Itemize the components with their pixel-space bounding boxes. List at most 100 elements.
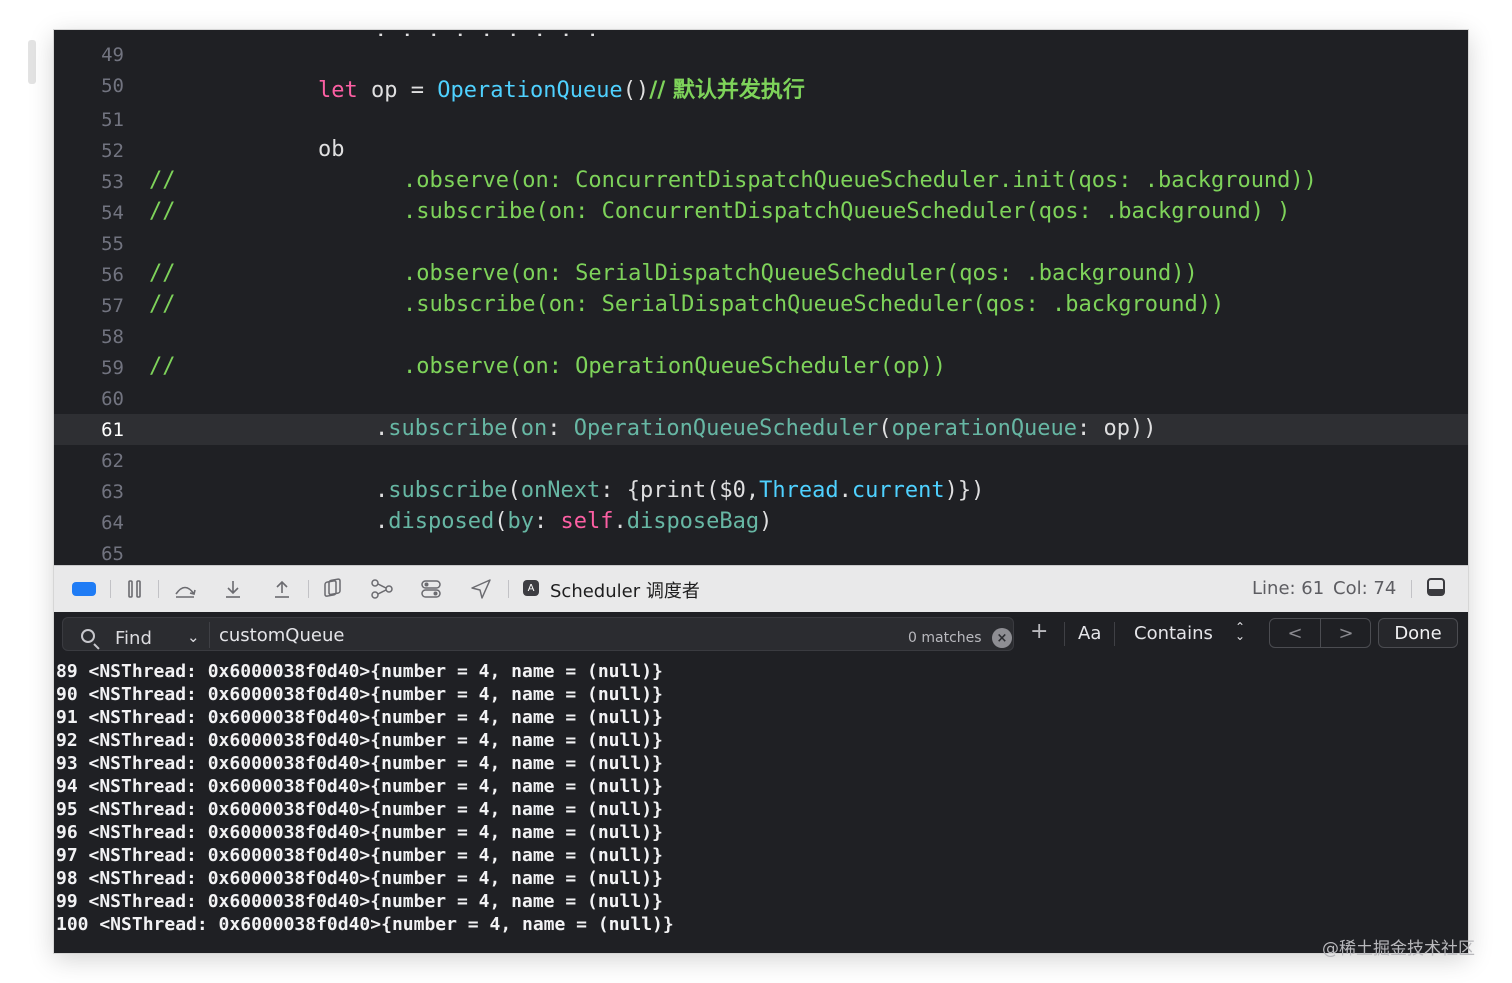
xcode-window: , , , , , , , , , 49 50 let op = Operati… <box>54 30 1468 953</box>
comment-marker: // <box>149 292 176 317</box>
line-number: 49 <box>101 44 124 66</box>
line-number: 57 <box>101 295 124 317</box>
line-number: 50 <box>101 75 124 97</box>
toolbar-divider <box>1411 580 1412 598</box>
code-line[interactable]: 59 // .observe(on: OperationQueueSchedul… <box>54 352 1468 383</box>
find-bar-divider <box>1064 622 1065 646</box>
console-line: 94 <NSThread: 0x6000038f0d40>{number = 4… <box>56 776 663 797</box>
partial-code-line: , , , , , , , , , <box>374 30 599 36</box>
line-number: 53 <box>101 171 124 193</box>
type-name: OperationQueue <box>437 78 623 103</box>
step-into-icon[interactable] <box>222 578 244 600</box>
code-line[interactable]: 49 <box>54 39 1468 70</box>
line-number: 56 <box>101 264 124 286</box>
match-navigation: < > <box>1269 618 1371 648</box>
search-input[interactable] <box>219 624 879 646</box>
memory-graph-icon[interactable] <box>369 578 395 600</box>
breakpoints-toggle-icon[interactable] <box>72 582 96 596</box>
property-name: current <box>851 478 945 503</box>
console-line: 98 <NSThread: 0x6000038f0d40>{number = 4… <box>56 868 663 889</box>
environment-overrides-icon[interactable] <box>419 578 443 600</box>
method-name: subscribe <box>388 478 508 503</box>
code-line[interactable]: 62 <box>54 445 1468 476</box>
step-out-icon[interactable] <box>271 578 293 600</box>
find-field-divider <box>209 622 210 648</box>
operator: = <box>397 78 438 103</box>
code-text: let op = OperationQueue()// 默认并发执行 <box>318 72 805 104</box>
add-pattern-button[interactable]: + <box>1030 619 1048 644</box>
code-line[interactable]: 50 let op = OperationQueue()// 默认并发执行 <box>54 70 1468 104</box>
code-editor[interactable]: , , , , , , , , , 49 50 let op = Operati… <box>54 30 1468 565</box>
line-number: 62 <box>101 450 124 472</box>
scheme-name[interactable]: Scheduler 调度者 <box>550 577 700 603</box>
updown-chevron-icon[interactable]: ⌃ ⌄ <box>1235 621 1245 642</box>
view-hierarchy-icon[interactable] <box>321 578 345 600</box>
console-output[interactable]: 89 <NSThread: 0x6000038f0d40>{number = 4… <box>54 656 1468 953</box>
code-line[interactable]: 65 <box>54 538 1468 565</box>
code-line[interactable]: 52 ob <box>54 135 1468 166</box>
watermark: @稀土掘金技术社区 <box>1322 939 1475 959</box>
find-field[interactable]: Find ⌄ 0 matches × <box>62 617 1014 651</box>
code-line[interactable]: 64 .disposed(by: self.disposeBag) <box>54 507 1468 538</box>
search-icon <box>81 629 95 643</box>
method-name: disposed <box>388 509 495 534</box>
code-line[interactable]: 51 <box>54 104 1468 135</box>
toggle-console-icon[interactable] <box>1427 578 1445 596</box>
method-name: subscribe <box>388 416 508 441</box>
chevron-down-icon[interactable]: ⌄ <box>187 628 200 646</box>
find-bar-divider <box>1114 622 1115 646</box>
line-number: 60 <box>101 388 124 410</box>
location-icon[interactable] <box>469 578 493 600</box>
closure-body: {print($0, <box>626 478 760 503</box>
comment-marker: // <box>149 354 176 379</box>
line-number: 65 <box>101 543 124 565</box>
step-over-icon[interactable] <box>172 578 198 600</box>
punctuation: () <box>622 78 650 103</box>
code-line[interactable]: 53 // .observe(on: ConcurrentDispatchQue… <box>54 166 1468 197</box>
column-indicator: Col: 74 <box>1333 578 1397 599</box>
console-line: 100 <NSThread: 0x6000038f0d40>{number = … <box>56 914 674 935</box>
match-mode-select[interactable]: Contains <box>1134 623 1213 644</box>
type-name: OperationQueueScheduler <box>573 416 879 441</box>
background-window-edge <box>28 40 36 84</box>
comment-marker: // <box>149 168 176 193</box>
current-code-line[interactable]: 61 .subscribe(on: OperationQueueSchedule… <box>54 414 1468 445</box>
line-number: 59 <box>101 357 124 379</box>
find-bar: Find ⌄ 0 matches × + Aa Contains ⌃⌄ < > … <box>54 612 1468 656</box>
code-text: .subscribe(on: OperationQueueScheduler(o… <box>375 416 1157 441</box>
argument-label: operationQueue <box>891 416 1078 441</box>
code-line[interactable]: 56 // .observe(on: SerialDispatchQueueSc… <box>54 259 1468 290</box>
line-number: 64 <box>101 512 124 534</box>
argument-label: by <box>507 509 534 534</box>
console-line: 92 <NSThread: 0x6000038f0d40>{number = 4… <box>56 730 663 751</box>
code-line[interactable]: 63 .subscribe(onNext: {print($0,Thread.c… <box>54 476 1468 507</box>
commented-code: .observe(on: OperationQueueScheduler(op)… <box>403 354 947 379</box>
next-match-button[interactable]: > <box>1321 619 1371 647</box>
console-line: 99 <NSThread: 0x6000038f0d40>{number = 4… <box>56 891 663 912</box>
match-count: 0 matches <box>908 630 982 646</box>
comment-marker: // <box>149 261 176 286</box>
code-text: ob <box>318 137 345 162</box>
keyword: self <box>560 509 614 534</box>
match-case-button[interactable]: Aa <box>1078 623 1101 644</box>
code-line[interactable]: 60 <box>54 383 1468 414</box>
console-line: 95 <NSThread: 0x6000038f0d40>{number = 4… <box>56 799 663 820</box>
code-line[interactable]: 57 // .subscribe(on: SerialDispatchQueue… <box>54 290 1468 321</box>
toolbar-divider <box>158 580 159 598</box>
pause-icon[interactable] <box>124 578 146 600</box>
line-number: 55 <box>101 233 124 255</box>
line-number: 52 <box>101 140 124 162</box>
code-text: .disposed(by: self.disposeBag) <box>375 509 773 534</box>
line-number: 61 <box>101 419 124 441</box>
code-line[interactable]: 55 <box>54 228 1468 259</box>
argument-label: on <box>520 416 548 441</box>
previous-match-button[interactable]: < <box>1270 619 1320 647</box>
console-line: 89 <NSThread: 0x6000038f0d40>{number = 4… <box>56 661 663 682</box>
clear-search-icon[interactable]: × <box>992 628 1012 648</box>
line-indicator: Line: 61 <box>1252 578 1325 599</box>
done-button[interactable]: Done <box>1378 618 1458 648</box>
code-line[interactable]: 54 // .subscribe(on: ConcurrentDispatchQ… <box>54 197 1468 228</box>
find-mode-label[interactable]: Find <box>115 628 152 649</box>
argument-label: onNext <box>520 478 601 503</box>
code-line[interactable]: 58 <box>54 321 1468 352</box>
